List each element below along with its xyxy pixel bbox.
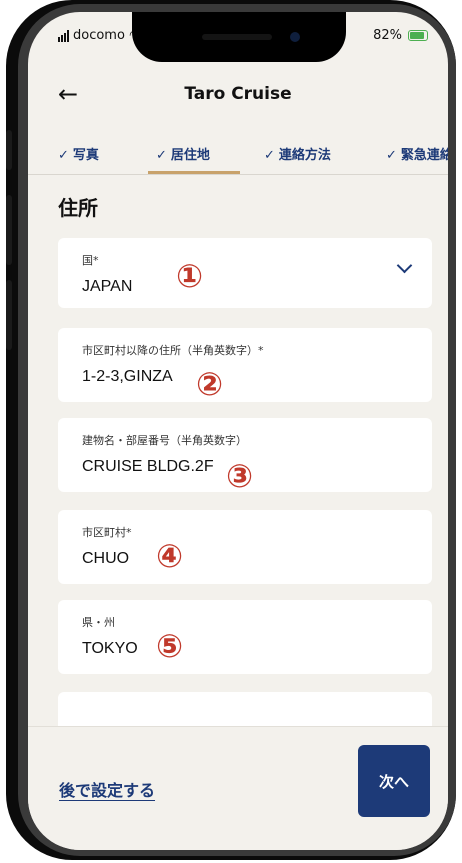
screen: docomo ◠ 82% ← Taro Cruise ✓写真 ✓居住地 ✓連絡方… xyxy=(28,12,448,850)
phone-frame: docomo ◠ 82% ← Taro Cruise ✓写真 ✓居住地 ✓連絡方… xyxy=(6,0,456,860)
field-label: 市区町村以降の住所（半角英数字）* xyxy=(82,344,264,357)
tab-label: 写真 xyxy=(72,148,99,163)
annotation-marker: ① xyxy=(176,257,204,295)
field-value: CRUISE BLDG.2F xyxy=(82,458,214,475)
battery-icon xyxy=(408,30,428,41)
annotation-marker: ④ xyxy=(156,537,184,575)
tab-label: 連絡方法 xyxy=(278,148,331,163)
country-select[interactable]: 国* JAPAN ① xyxy=(58,238,432,308)
check-icon: ✓ xyxy=(386,148,397,163)
mute-switch xyxy=(6,130,12,170)
prefecture-field[interactable]: 県・州 TOKYO ⑤ xyxy=(58,600,432,674)
field-label: 市区町村* xyxy=(82,526,132,539)
field-value: 1-2-3,GINZA xyxy=(82,368,173,385)
section-title: 住所 xyxy=(58,196,98,220)
field-label: 県・州 xyxy=(82,616,115,629)
battery-percent: 82% xyxy=(373,28,402,43)
city-field[interactable]: 市区町村* CHUO ④ xyxy=(58,510,432,584)
building-room-field[interactable]: 建物名・部屋番号（半角英数字） CRUISE BLDG.2F ③ xyxy=(58,418,432,492)
annotation-marker: ② xyxy=(196,365,224,403)
set-later-link[interactable]: 後で設定する xyxy=(59,777,155,801)
carrier-label: docomo xyxy=(73,28,125,43)
tab-label: 緊急連絡 xyxy=(400,148,448,163)
volume-up-button xyxy=(6,195,12,265)
field-value: JAPAN xyxy=(82,278,133,295)
active-tab-indicator xyxy=(148,171,240,174)
next-button[interactable]: 次へ xyxy=(358,745,430,817)
tab-residence[interactable]: ✓ 居住地 xyxy=(156,144,210,163)
bottom-action-bar: 後で設定する 次へ xyxy=(28,726,448,850)
tab-label: 居住地 xyxy=(170,148,210,163)
tab-contact-method[interactable]: ✓ 連絡方法 xyxy=(264,144,331,163)
field-label: 建物名・部屋番号（半角英数字） xyxy=(82,434,247,447)
camera-icon xyxy=(290,32,300,42)
status-bar-right: 82% xyxy=(373,28,428,43)
status-bar-left: docomo ◠ xyxy=(58,28,140,43)
chevron-down-icon[interactable] xyxy=(396,257,413,274)
app-header: ← Taro Cruise xyxy=(28,74,448,118)
address-line-field[interactable]: 市区町村以降の住所（半角英数字）* 1-2-3,GINZA ② xyxy=(58,328,432,402)
annotation-marker: ③ xyxy=(226,457,254,495)
page-title: Taro Cruise xyxy=(184,84,292,104)
volume-down-button xyxy=(6,280,12,350)
check-icon: ✓ xyxy=(58,148,69,163)
field-value: CHUO xyxy=(82,550,130,567)
field-label: 国* xyxy=(82,254,99,267)
tab-photo[interactable]: ✓ 写真 xyxy=(58,144,99,163)
signal-icon xyxy=(58,29,69,42)
annotation-marker: ⑤ xyxy=(156,627,184,665)
speaker-grille xyxy=(202,34,272,40)
check-icon: ✓ xyxy=(264,148,275,163)
tab-emergency-contact[interactable]: ✓ 緊急連絡 xyxy=(386,144,448,163)
notch xyxy=(132,12,346,62)
field-value: TOKYO xyxy=(82,640,138,657)
step-tabs: ✓ 写真 ✓ 居住地 ✓ 連絡方法 ✓ 緊急連絡 xyxy=(28,140,448,175)
check-icon: ✓ xyxy=(156,148,167,163)
